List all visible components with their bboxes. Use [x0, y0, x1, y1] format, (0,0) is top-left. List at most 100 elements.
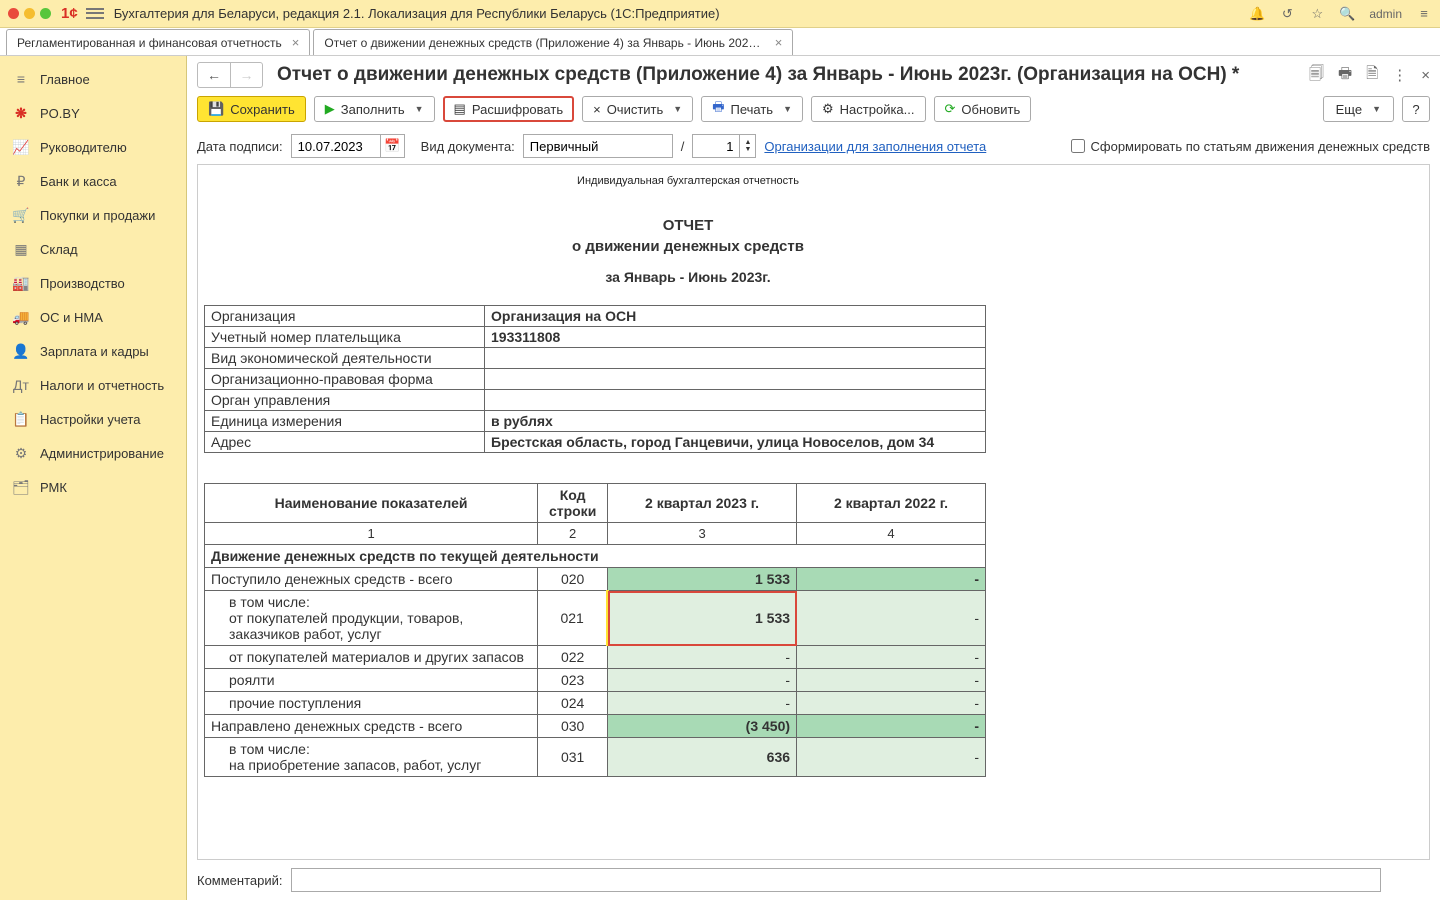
info-value[interactable] — [485, 369, 986, 390]
button-label: Очистить — [607, 102, 664, 117]
button-label: ? — [1412, 102, 1419, 117]
sidebar-item-10[interactable]: 📋Настройки учета — [0, 402, 186, 436]
report-header-cut: Индивидуальная бухгалтерская отчетность — [204, 175, 1172, 187]
sidebar-item-11[interactable]: ⚙Администрирование — [0, 436, 186, 470]
search-icon[interactable]: 🔍 — [1339, 6, 1355, 22]
sidebar-label: ОС и НМА — [40, 310, 103, 325]
settings-icon[interactable]: ≡ — [1416, 6, 1432, 22]
row-value-current[interactable]: 1 533 — [608, 568, 797, 591]
decode-button[interactable]: ▤Расшифровать — [443, 96, 575, 122]
kebab-icon[interactable]: ⋮ — [1392, 66, 1407, 84]
comment-input[interactable] — [291, 868, 1381, 892]
sidebar-item-1[interactable]: ❋PO.BY — [0, 96, 186, 130]
info-label: Учетный номер плательщика — [205, 327, 485, 348]
refresh-button[interactable]: ⟳Обновить — [934, 96, 1032, 122]
button-label: Сохранить — [230, 102, 295, 117]
report-area[interactable]: Индивидуальная бухгалтерская отчетность … — [197, 164, 1430, 860]
info-label: Организационно-правовая форма — [205, 369, 485, 390]
close-panel-icon[interactable]: × — [1421, 67, 1430, 84]
title-bar: 1¢ Бухгалтерия для Беларуси, редакция 2.… — [0, 0, 1440, 28]
date-input[interactable] — [291, 134, 381, 158]
number-input[interactable] — [692, 134, 740, 158]
tab-label: Отчет о движении денежных средств (Прило… — [324, 36, 764, 50]
fill-button[interactable]: ▶Заполнить▼ — [314, 96, 435, 122]
report-icon[interactable]: 🗎 — [1366, 63, 1378, 88]
more-button[interactable]: Еще▼ — [1323, 96, 1394, 122]
row-code: 020 — [538, 568, 608, 591]
info-value[interactable]: в рублях — [485, 411, 986, 432]
info-label: Единица измерения — [205, 411, 485, 432]
sidebar-item-5[interactable]: ▦Склад — [0, 232, 186, 266]
close-window-icon[interactable] — [8, 8, 19, 19]
doctype-select[interactable] — [523, 134, 673, 158]
row-value-prev[interactable]: - — [797, 738, 986, 777]
row-value-prev[interactable]: - — [797, 646, 986, 669]
sidebar-label: Банк и касса — [40, 174, 117, 189]
bell-icon[interactable]: 🔔 — [1249, 6, 1265, 22]
row-value-prev[interactable]: - — [797, 669, 986, 692]
info-value[interactable]: Брестская область, город Ганцевичи, улиц… — [485, 432, 986, 453]
row-value-current[interactable]: 1 533 — [608, 591, 797, 646]
back-button[interactable]: ← — [198, 63, 230, 87]
row-code: 022 — [538, 646, 608, 669]
calendar-button[interactable]: 📅 — [381, 134, 405, 158]
info-value[interactable]: Организация на ОСН — [485, 306, 986, 327]
row-value-current[interactable]: - — [608, 692, 797, 715]
row-value-current[interactable]: - — [608, 646, 797, 669]
menu-icon[interactable] — [86, 7, 104, 21]
chevron-down-icon: ▼ — [1372, 104, 1381, 114]
number-spinner[interactable]: ▲▼ — [740, 134, 756, 158]
row-name: прочие поступления — [205, 692, 538, 715]
sidebar-item-4[interactable]: 🛒Покупки и продажи — [0, 198, 186, 232]
comment-row: Комментарий: — [187, 860, 1440, 900]
info-value[interactable] — [485, 348, 986, 369]
sidebar-item-6[interactable]: 🏭Производство — [0, 266, 186, 300]
table-header: 2 квартал 2023 г. — [608, 484, 797, 523]
app-title: Бухгалтерия для Беларуси, редакция 2.1. … — [114, 6, 720, 21]
info-value[interactable] — [485, 390, 986, 411]
minimize-window-icon[interactable] — [24, 8, 35, 19]
forward-button[interactable]: → — [230, 63, 262, 87]
print-button[interactable]: 🖶Печать▼ — [701, 96, 803, 122]
sidebar-item-12[interactable]: 🗂РМК — [0, 470, 186, 504]
sidebar-item-8[interactable]: 👤Зарплата и кадры — [0, 334, 186, 368]
maximize-window-icon[interactable] — [40, 8, 51, 19]
x-icon: × — [593, 102, 601, 117]
settings-button[interactable]: ⚙Настройка... — [811, 96, 926, 122]
help-button[interactable]: ? — [1402, 96, 1430, 122]
history-icon[interactable]: ↺ — [1279, 6, 1295, 22]
save-button[interactable]: 💾Сохранить — [197, 96, 306, 122]
star-icon[interactable]: ☆ — [1309, 6, 1325, 22]
close-icon[interactable]: × — [292, 35, 300, 50]
comment-label: Комментарий: — [197, 873, 283, 888]
row-value-prev[interactable]: - — [797, 591, 986, 646]
slash-label: / — [681, 139, 685, 154]
button-label: Настройка... — [840, 102, 915, 117]
info-value[interactable]: 193311808 — [485, 327, 986, 348]
row-value-current[interactable]: - — [608, 669, 797, 692]
chevron-down-icon: ▼ — [673, 104, 682, 114]
sidebar-item-0[interactable]: ≡Главное — [0, 62, 186, 96]
row-value-prev[interactable]: - — [797, 692, 986, 715]
checkbox-input[interactable] — [1071, 139, 1085, 153]
sidebar-item-7[interactable]: 🚚ОС и НМА — [0, 300, 186, 334]
tab-cashflow-report[interactable]: Отчет о движении денежных средств (Прило… — [313, 29, 793, 55]
clear-button[interactable]: × Очистить ▼ — [582, 96, 693, 122]
form-by-articles-checkbox[interactable]: Сформировать по статьям движения денежны… — [1071, 139, 1431, 154]
tab-regulated-reporting[interactable]: Регламентированная и финансовая отчетнос… — [6, 29, 310, 55]
row-value-prev[interactable]: - — [797, 568, 986, 591]
sidebar-item-9[interactable]: ДтНалоги и отчетность — [0, 368, 186, 402]
row-value-current[interactable]: (3 450) — [608, 715, 797, 738]
row-value-current[interactable]: 636 — [608, 738, 797, 777]
info-label: Организация — [205, 306, 485, 327]
print-icon[interactable]: 🖶 — [1338, 63, 1352, 88]
sidebar-item-2[interactable]: 📈Руководителю — [0, 130, 186, 164]
sidebar-icon: 📋 — [10, 410, 32, 428]
attach-icon[interactable]: 🗐 — [1309, 63, 1324, 88]
page-header: ← → Отчет о движении денежных средств (П… — [187, 56, 1440, 94]
close-icon[interactable]: × — [775, 35, 783, 50]
organizations-link[interactable]: Организации для заполнения отчета — [764, 139, 986, 154]
user-name[interactable]: admin — [1369, 7, 1402, 21]
row-value-prev[interactable]: - — [797, 715, 986, 738]
sidebar-item-3[interactable]: ₽Банк и касса — [0, 164, 186, 198]
